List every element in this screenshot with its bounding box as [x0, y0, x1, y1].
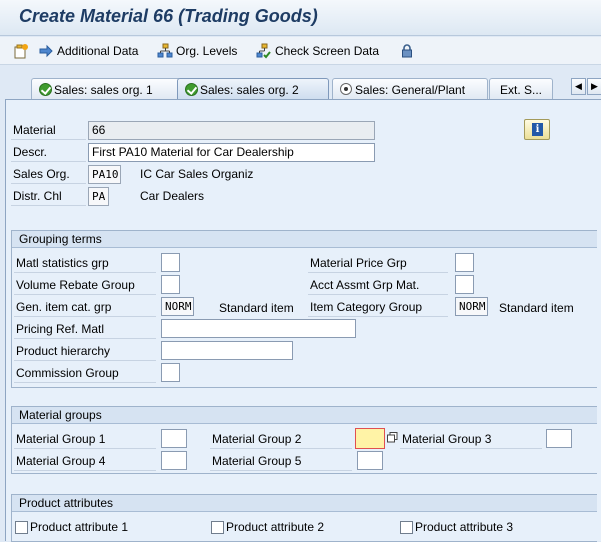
check-icon	[185, 83, 198, 96]
lock-icon	[399, 43, 415, 59]
arrow-right-icon	[38, 43, 54, 59]
tab-label: Sales: General/Plant	[355, 82, 466, 97]
gen-item-cat-grp-label: Gen. item cat. grp	[14, 299, 156, 317]
tab-label: Sales: sales org. 1	[54, 82, 153, 97]
item-category-group-field[interactable]: NORM	[455, 297, 488, 316]
new-document-icon	[13, 43, 29, 59]
product-attribute-2-checkbox[interactable]	[211, 521, 224, 534]
grouping-terms-group: Grouping terms Matl statistics grp Mater…	[11, 230, 597, 388]
material-field: 66	[88, 121, 375, 140]
distr-chl-field: PA	[88, 187, 109, 206]
material-group-3-label: Material Group 3	[400, 431, 542, 449]
value-help-icon[interactable]	[387, 432, 398, 443]
material-groups-title: Material groups	[12, 407, 597, 424]
product-hierarchy-field[interactable]	[161, 341, 293, 360]
application-toolbar: Additional Data Org. Levels Check Screen…	[0, 37, 601, 65]
volume-rebate-group-field[interactable]	[161, 275, 180, 294]
material-group-4-label: Material Group 4	[14, 453, 156, 471]
info-icon: i	[532, 123, 543, 136]
product-attribute-3-label: Product attribute 3	[415, 520, 514, 534]
pricing-ref-matl-label: Pricing Ref. Matl	[14, 321, 156, 339]
matl-statistics-grp-label: Matl statistics grp	[14, 255, 156, 273]
material-group-1-field[interactable]	[161, 429, 187, 448]
product-attribute-1-checkbox[interactable]	[15, 521, 28, 534]
material-group-3-field[interactable]	[546, 429, 572, 448]
distr-chl-text: Car Dealers	[140, 189, 205, 203]
material-group-4-field[interactable]	[161, 451, 187, 470]
org-levels-button[interactable]: Org. Levels	[157, 42, 237, 60]
gen-item-cat-grp-field[interactable]: NORM	[161, 297, 194, 316]
check-screen-icon	[256, 43, 272, 59]
tab-ext-s[interactable]: Ext. S...	[489, 78, 553, 100]
check-screen-data-label: Check Screen Data	[275, 44, 380, 58]
material-group-2-field[interactable]	[355, 428, 385, 449]
material-groups-group: Material groups Material Group 1 Materia…	[11, 406, 597, 474]
org-levels-label: Org. Levels	[176, 44, 238, 58]
descr-label: Descr.	[11, 144, 86, 162]
product-hierarchy-label: Product hierarchy	[14, 343, 156, 361]
pricing-ref-matl-field[interactable]	[161, 319, 356, 338]
check-screen-data-button[interactable]: Check Screen Data	[256, 42, 379, 60]
material-group-5-label: Material Group 5	[210, 453, 352, 471]
tab-strip: Sales: sales org. 1 Sales: sales org. 2 …	[0, 74, 601, 100]
check-icon	[39, 83, 52, 96]
volume-rebate-group-label: Volume Rebate Group	[14, 277, 156, 295]
description-field[interactable]: First PA10 Material for Car Dealership	[88, 143, 375, 162]
item-category-group-label: Item Category Group	[308, 299, 448, 317]
grouping-terms-title: Grouping terms	[12, 231, 597, 248]
additional-data-button[interactable]: Additional Data	[38, 42, 138, 60]
material-group-5-field[interactable]	[357, 451, 383, 470]
lock-button[interactable]	[399, 42, 418, 60]
gen-item-cat-grp-text: Standard item	[219, 301, 294, 315]
info-button[interactable]: i	[524, 119, 550, 140]
material-price-grp-label: Material Price Grp	[308, 255, 448, 273]
product-attribute-3-checkbox[interactable]	[400, 521, 413, 534]
tab-sales-org-2[interactable]: Sales: sales org. 2	[177, 78, 329, 100]
tab-sales-org-1[interactable]: Sales: sales org. 1	[31, 78, 181, 100]
tab-label: Sales: sales org. 2	[200, 82, 299, 97]
material-group-1-label: Material Group 1	[14, 431, 156, 449]
tab-scroll-right-button[interactable]: ▶	[587, 78, 601, 95]
product-attribute-2-label: Product attribute 2	[226, 520, 325, 534]
additional-data-label: Additional Data	[57, 44, 139, 58]
radio-icon	[340, 83, 352, 95]
sales-org-text: IC Car Sales Organiz	[140, 167, 254, 181]
tab-sales-general-plant[interactable]: Sales: General/Plant	[332, 78, 488, 100]
sales-org-label: Sales Org.	[11, 166, 86, 184]
sales-org-field: PA10	[88, 165, 121, 184]
tab-content: Material 66 Descr. First PA10 Material f…	[5, 99, 601, 542]
matl-statistics-grp-field[interactable]	[161, 253, 180, 272]
tab-scroll-left-button[interactable]: ◀	[571, 78, 586, 95]
commission-group-label: Commission Group	[14, 365, 156, 383]
material-group-2-label: Material Group 2	[210, 431, 352, 449]
product-attribute-1-label: Product attribute 1	[30, 520, 129, 534]
hierarchy-icon	[157, 43, 173, 59]
commission-group-field[interactable]	[161, 363, 180, 382]
window-title: Create Material 66 (Trading Goods)	[19, 6, 318, 26]
acct-assmt-grp-field[interactable]	[455, 275, 474, 294]
product-attributes-group: Product attributes Product attribute 1 P…	[11, 494, 597, 542]
acct-assmt-grp-label: Acct Assmt Grp Mat.	[308, 277, 448, 295]
product-attributes-title: Product attributes	[12, 495, 597, 512]
material-label: Material	[11, 122, 86, 140]
distr-chl-label: Distr. Chl	[11, 188, 86, 206]
title-bar: Create Material 66 (Trading Goods)	[0, 0, 601, 36]
material-price-grp-field[interactable]	[455, 253, 474, 272]
item-category-group-text: Standard item	[499, 301, 574, 315]
create-button[interactable]	[13, 42, 32, 60]
tab-label: Ext. S...	[500, 82, 543, 97]
